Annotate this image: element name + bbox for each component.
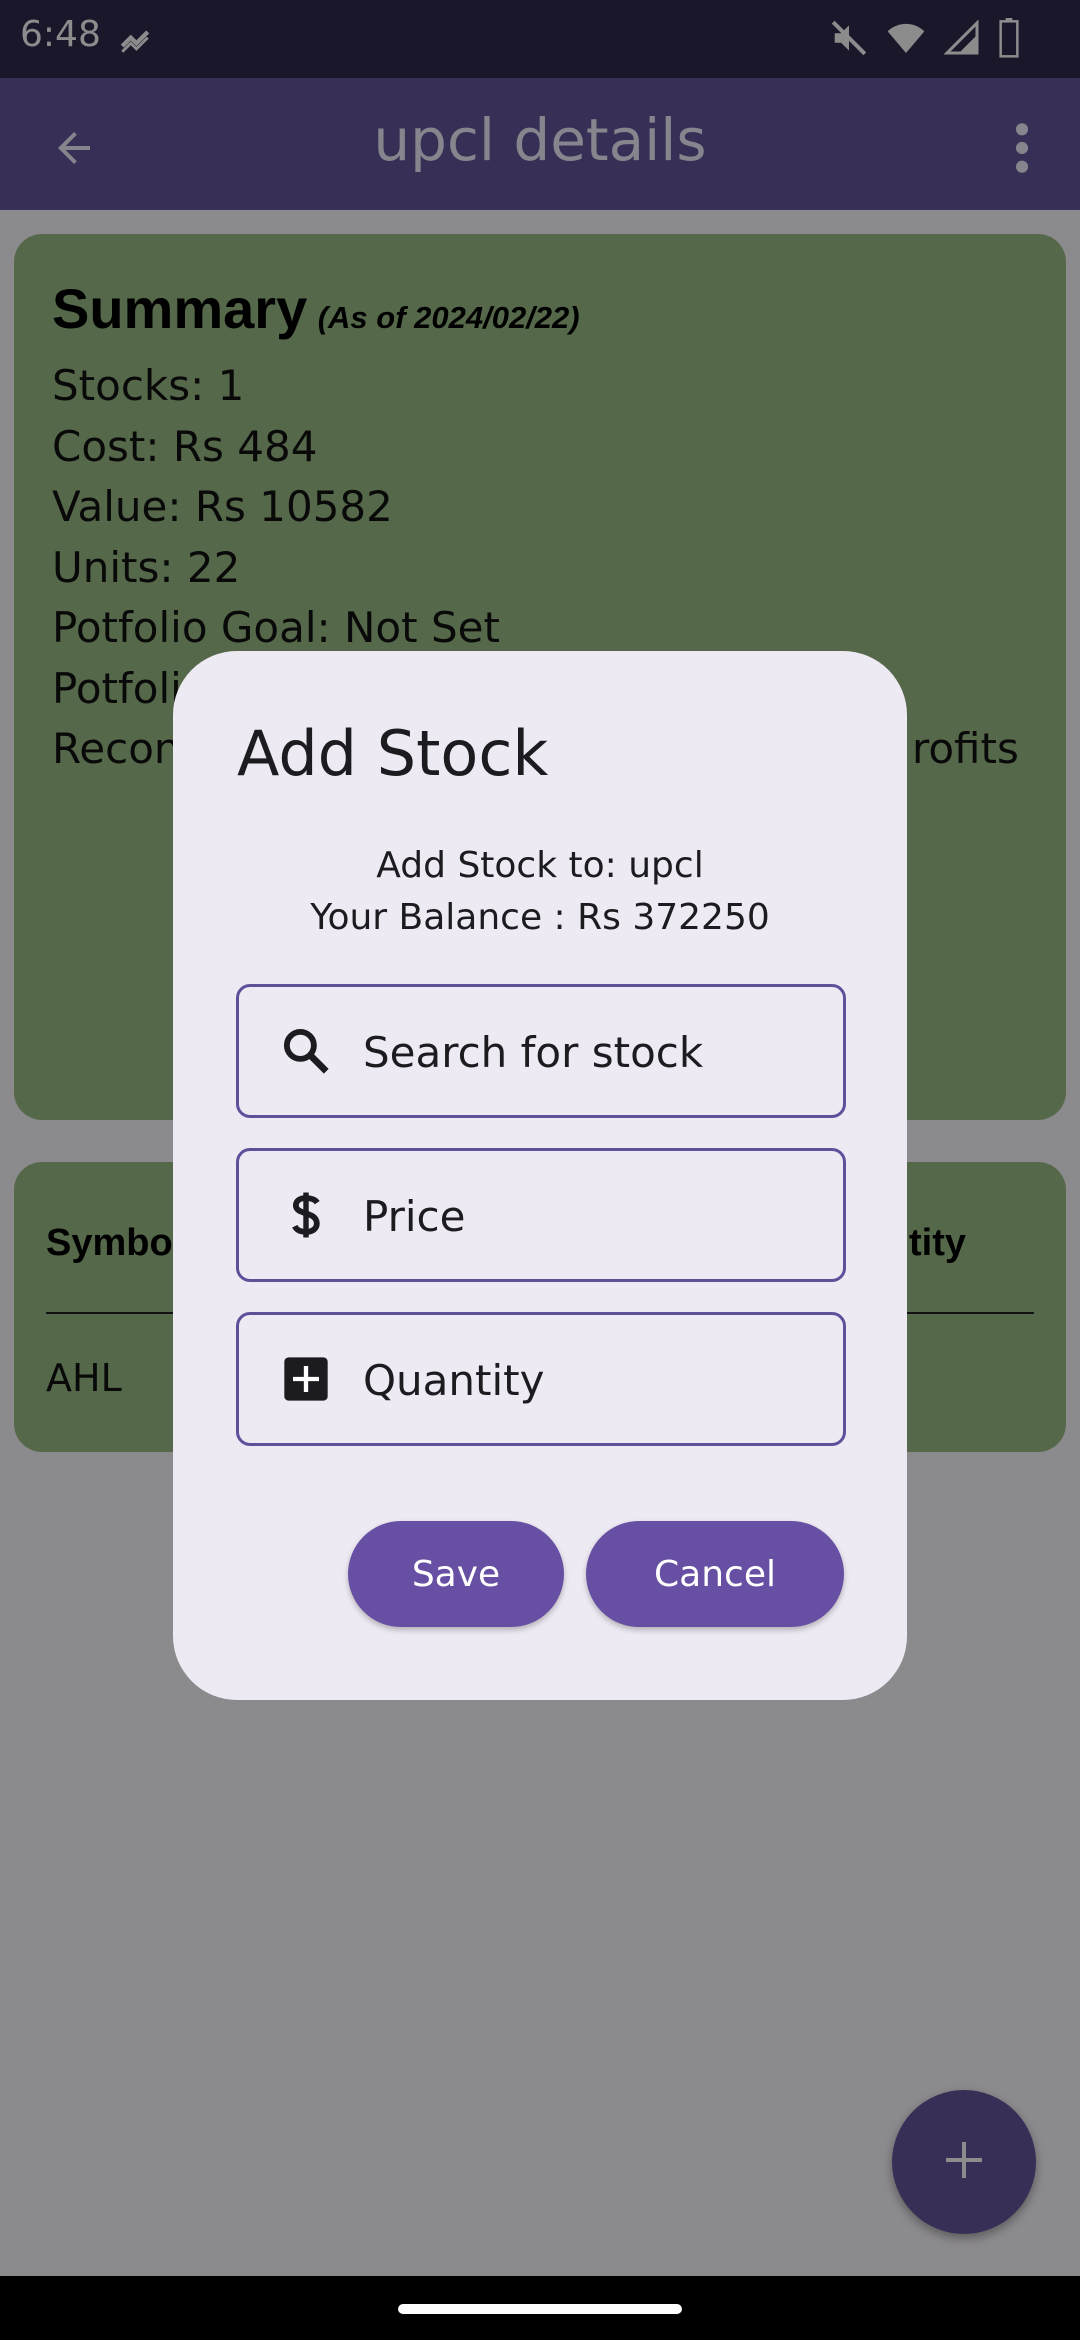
quantity-field[interactable] [236, 1312, 846, 1446]
balance-label: Your Balance : Rs 372250 [310, 897, 770, 938]
dollar-icon [275, 1184, 337, 1246]
cancel-button[interactable]: Cancel [586, 1521, 844, 1627]
price-input[interactable] [363, 1181, 823, 1251]
search-icon [275, 1020, 337, 1082]
search-input[interactable] [363, 1017, 823, 1087]
dialog-title: Add Stock [237, 717, 549, 790]
quantity-input[interactable] [363, 1345, 823, 1415]
navigation-bar [0, 2276, 1080, 2340]
add-stock-to-label: Add Stock to: upcl [376, 845, 704, 886]
home-handle[interactable] [398, 2304, 682, 2314]
save-button[interactable]: Save [348, 1521, 564, 1627]
search-stock-field[interactable] [236, 984, 846, 1118]
add-box-icon [275, 1348, 337, 1410]
price-field[interactable] [236, 1148, 846, 1282]
add-stock-dialog: Add Stock Add Stock to: upcl Your Balanc… [173, 651, 907, 1700]
